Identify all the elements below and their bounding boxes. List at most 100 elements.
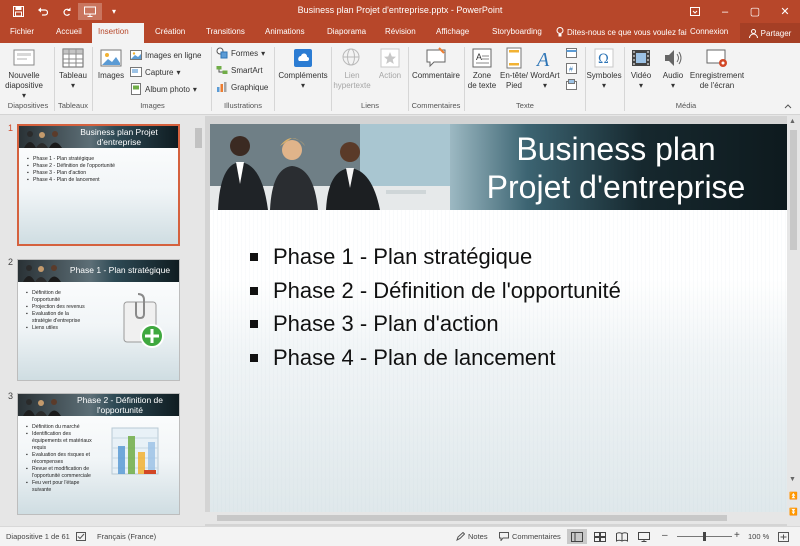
slide-thumbnail-2[interactable]: Phase 1 - Plan stratégique Définition de… <box>17 259 180 381</box>
next-slide-arrow[interactable]: ⏬ <box>789 508 798 516</box>
reading-view-button[interactable] <box>612 529 632 544</box>
audio-button[interactable]: Audio ▾ <box>658 47 688 91</box>
slide-thumbnail-3[interactable]: Phase 2 - Définition de l'opportunité Dé… <box>17 393 180 515</box>
slide-vertical-scrollbar[interactable]: ▲ ▼ ⏫ ⏬ <box>787 116 800 526</box>
hyperlink-button[interactable]: Lien hypertexte <box>333 47 371 91</box>
wordart-button[interactable]: A WordArt ▾ <box>528 47 562 91</box>
group-separator <box>464 47 465 111</box>
scrollbar-thumb[interactable] <box>195 128 202 148</box>
sign-in-link[interactable]: Connexion <box>690 27 728 36</box>
scroll-down-arrow[interactable]: ▼ <box>789 476 796 483</box>
zoom-level[interactable]: 100 % <box>748 532 769 541</box>
new-slide-button[interactable]: Nouvelle diapositive ▾ <box>4 47 44 101</box>
fit-to-window-icon[interactable] <box>778 532 789 542</box>
tab-insertion[interactable]: Insertion <box>92 23 144 43</box>
list-item: Evaluation des risques et récompenses <box>26 452 92 466</box>
normal-view-button[interactable] <box>567 529 587 544</box>
spellcheck-icon[interactable] <box>76 532 86 541</box>
screen-recording-button[interactable]: Enregistrement de l'écran <box>688 47 746 91</box>
thumbnail-header-band: Phase 2 - Définition de l'opportunité <box>18 394 179 416</box>
group-label-images: Images <box>140 101 165 110</box>
current-slide[interactable]: Business plan Projet d'entreprise Phase … <box>210 124 787 512</box>
tab-revision[interactable]: Révision <box>379 23 422 43</box>
zoom-in-button[interactable]: + <box>734 530 740 541</box>
slide-horizontal-scrollbar[interactable] <box>205 512 787 524</box>
slide-thumbnails-pane: 1 Business plan Projet d'entreprise Phas… <box>0 116 194 526</box>
video-button[interactable]: Vidéo ▾ <box>626 47 656 91</box>
share-button[interactable]: Partager <box>740 23 800 43</box>
zoom-slider-thumb[interactable] <box>703 532 706 541</box>
tab-affichage[interactable]: Affichage <box>430 23 475 43</box>
tab-accueil[interactable]: Accueil <box>50 23 88 43</box>
bar-chart-illustration <box>111 427 159 475</box>
header-footer-button[interactable]: En-tête/ Pied <box>498 47 530 91</box>
tab-transitions[interactable]: Transitions <box>200 23 251 43</box>
chart-button[interactable]: Graphique <box>216 81 268 93</box>
smartart-button[interactable]: SmartArt <box>216 64 263 76</box>
group-label-tableaux: Tableaux <box>57 101 89 110</box>
business-people-photo <box>23 265 61 282</box>
slide-thumbnail-1[interactable]: Business plan Projet d'entreprise Phase … <box>17 124 180 246</box>
collapse-ribbon-icon[interactable] <box>784 103 792 109</box>
group-separator <box>331 47 332 111</box>
thumbnail-title: Phase 1 - Plan stratégique <box>69 265 171 275</box>
tab-creation[interactable]: Création <box>149 23 191 43</box>
text-box-icon: A <box>472 48 492 68</box>
list-item: Revue et modification de l'opportunité c… <box>26 466 92 480</box>
zoom-out-button[interactable]: – <box>662 530 668 541</box>
notes-button[interactable]: Notes <box>456 532 488 541</box>
table-button[interactable]: Tableau ▾ <box>56 47 90 91</box>
slide-title[interactable]: Business plan Projet d'entreprise <box>450 130 782 206</box>
slide-bullet-list[interactable]: Phase 1 - Plan stratégique Phase 2 - Déf… <box>250 240 621 374</box>
object-icon[interactable] <box>566 79 577 90</box>
tab-diaporama[interactable]: Diaporama <box>321 23 372 43</box>
online-images-button[interactable]: Images en ligne <box>130 49 201 61</box>
symbols-button[interactable]: Ω Symboles ▾ <box>586 47 622 91</box>
list-item: Phase 2 - Définition de l'opportunité <box>27 163 119 170</box>
action-button[interactable]: Action <box>374 47 406 81</box>
minimize-button[interactable]: – <box>710 0 740 23</box>
previous-slide-arrow[interactable]: ⏫ <box>789 492 798 500</box>
ribbon-display-icon[interactable] <box>680 0 710 23</box>
list-item: Phase 1 - Plan stratégique <box>27 156 119 163</box>
group-separator <box>211 47 212 111</box>
tell-me-box[interactable]: Dites-nous ce que vous voulez fai <box>556 27 687 37</box>
shapes-button[interactable]: Formes ▾ <box>216 47 265 59</box>
tab-fichier[interactable]: Fichier <box>4 23 40 43</box>
thumbnail-title: Phase 2 - Définition de l'opportunité <box>77 395 163 415</box>
scrollbar-thumb[interactable] <box>790 130 797 250</box>
maximize-button[interactable]: ▢ <box>740 0 770 23</box>
scroll-up-arrow[interactable]: ▲ <box>789 118 796 125</box>
picture-icon <box>100 49 122 67</box>
list-item: Evaluation de la stratégie d'entreprise <box>26 311 86 325</box>
scrollbar-thumb[interactable] <box>217 515 727 521</box>
slide-header-band: Business plan Projet d'entreprise <box>210 124 787 210</box>
group-label-liens: Liens <box>361 101 379 110</box>
svg-text:#: # <box>569 67 573 74</box>
close-button[interactable]: ✕ <box>770 0 800 23</box>
slide-number-icon[interactable]: # <box>566 63 577 74</box>
text-box-button[interactable]: A Zone de texte <box>466 47 498 91</box>
slideshow-view-button[interactable] <box>634 529 654 544</box>
images-button[interactable]: Images <box>95 47 127 81</box>
date-time-icon[interactable] <box>566 47 577 58</box>
thumbnail-number: 3 <box>8 391 14 401</box>
slide-sorter-view-button[interactable] <box>590 529 610 544</box>
ribbon-insertion: Nouvelle diapositive ▾ Diapositives Tabl… <box>0 43 800 115</box>
photo-album-button[interactable]: Album photo ▾ <box>130 83 197 95</box>
reading-view-icon <box>616 531 628 542</box>
screenshot-button[interactable]: Capture ▾ <box>130 66 180 78</box>
list-item: Phase 4 - Plan de lancement <box>250 341 621 375</box>
comments-button[interactable]: Commentaires <box>499 532 561 541</box>
comment-button[interactable]: Commentaire <box>410 47 462 81</box>
addins-button[interactable]: Compléments ▾ <box>276 47 330 91</box>
list-item: Définition du marché <box>26 424 92 431</box>
thumbnails-scrollbar[interactable] <box>193 116 204 526</box>
tab-animations[interactable]: Animations <box>259 23 311 43</box>
group-label-diapositives: Diapositives <box>7 101 49 110</box>
screenshot-icon <box>130 67 142 77</box>
business-people-photo <box>24 131 62 148</box>
tab-storyboarding[interactable]: Storyboarding <box>486 23 548 43</box>
language-indicator[interactable]: Français (France) <box>97 532 156 541</box>
list-item: Phase 3 - Plan d'action <box>250 307 621 341</box>
